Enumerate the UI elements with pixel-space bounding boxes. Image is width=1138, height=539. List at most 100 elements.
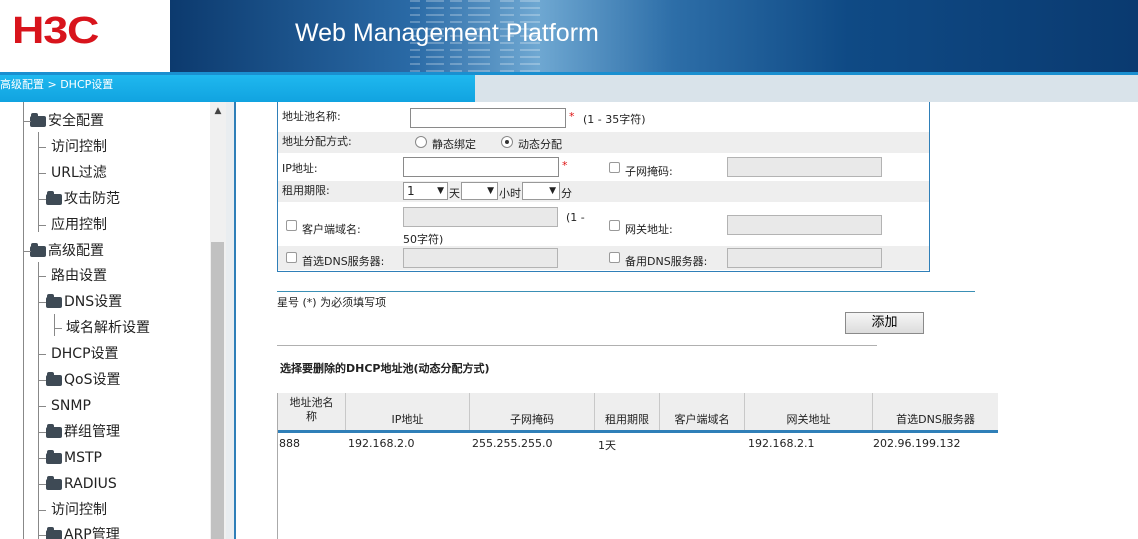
sidebar-item-label: SNMP — [51, 397, 91, 414]
chevron-down-icon: ▼ — [487, 186, 494, 196]
sidebar-item[interactable]: 应用控制 — [0, 214, 208, 236]
client-domain-label: 客户端域名: — [302, 223, 361, 236]
form-row-lease: 租用期限: 1 ▼ 天 ▼ 小时 ▼ 分 — [278, 181, 929, 202]
folder-icon — [46, 190, 62, 205]
tree-connector — [38, 483, 46, 485]
sidebar-item[interactable]: MSTP — [0, 447, 208, 469]
ip-label: IP地址: — [282, 162, 318, 175]
col-ip: IP地址 — [346, 393, 470, 430]
subnet-checkbox[interactable] — [609, 162, 620, 173]
tree-connector — [38, 509, 46, 511]
folder-icon — [46, 449, 62, 464]
alloc-static-label: 静态绑定 — [432, 138, 476, 151]
backup-dns-input[interactable] — [727, 248, 882, 268]
tree-connector — [38, 380, 46, 381]
sidebar-item[interactable]: QoS设置 — [0, 369, 208, 391]
form-row-client-domain: 客户端域名: (1 - 50字符) 网关地址: — [278, 203, 929, 246]
radio-static[interactable] — [415, 136, 427, 148]
tree-line — [54, 314, 55, 336]
sidebar-item[interactable]: DHCP设置 — [0, 343, 208, 365]
sidebar-item[interactable]: 高级配置 — [0, 240, 208, 262]
chevron-down-icon: ▼ — [437, 186, 444, 196]
platform-title: Web Management Platform — [295, 19, 599, 47]
sidebar-item-label: 访问控制 — [51, 138, 107, 155]
form-row-pool-name: 地址池名称: * (1 - 35字符) — [278, 106, 929, 130]
backup-dns-label: 备用DNS服务器: — [625, 255, 708, 268]
sidebar-item-label: DHCP设置 — [51, 346, 119, 363]
alloc-dynamic-label: 动态分配 — [518, 138, 562, 151]
sidebar-item[interactable]: 访问控制 — [0, 136, 208, 158]
sidebar-item[interactable]: DNS设置 — [0, 291, 208, 313]
tree-connector — [38, 405, 46, 407]
frame-gutter — [226, 102, 234, 539]
pool-name-input[interactable] — [410, 108, 566, 128]
gateway-checkbox[interactable] — [609, 220, 620, 231]
sidebar-item[interactable]: URL过滤 — [0, 162, 208, 184]
ip-address-input[interactable] — [403, 157, 559, 177]
folder-icon — [30, 242, 46, 257]
form-row-dns: 首选DNS服务器: 备用DNS服务器: — [278, 246, 929, 270]
sidebar-item-label: 高级配置 — [48, 242, 104, 259]
sidebar-tree: 安全配置访问控制 URL过滤攻击防范应用控制高级配置路由设置 DNS设置域名解析设置… — [0, 102, 226, 539]
client-domain-checkbox[interactable] — [286, 220, 297, 231]
col-lease: 租用期限 — [595, 393, 660, 430]
sidebar-item[interactable]: SNMP — [0, 395, 208, 417]
col-gateway: 网关地址 — [745, 393, 873, 430]
col-pool-name: 地址池名称 — [278, 393, 346, 430]
gateway-input[interactable] — [727, 215, 882, 235]
sidebar-item[interactable]: 攻击防范 — [0, 188, 208, 210]
sidebar-item[interactable]: 群组管理 — [0, 421, 208, 443]
frame-gutter — [236, 102, 262, 539]
table-cell: 192.168.2.1 — [748, 437, 815, 450]
sidebar-item[interactable]: ARP管理 — [0, 524, 208, 539]
tree-connector — [38, 172, 46, 174]
table-cell[interactable]: 888 — [279, 437, 300, 450]
primary-dns-label: 首选DNS服务器: — [302, 255, 385, 268]
tree-connector — [38, 224, 46, 226]
sidebar-item-label: 访问控制 — [51, 501, 107, 518]
sidebar-item[interactable]: 访问控制 — [0, 499, 208, 521]
sidebar-item[interactable]: RADIUS — [0, 473, 208, 495]
breadcrumb: 高级配置 > DHCP设置 — [0, 75, 475, 102]
sidebar-item[interactable]: 路由设置 — [0, 265, 208, 287]
lease-minutes-select[interactable]: ▼ — [522, 182, 560, 200]
backup-dns-checkbox[interactable] — [609, 252, 620, 263]
h3c-logo: H3C — [12, 10, 99, 52]
sidebar-item-label: DNS设置 — [64, 294, 123, 311]
minutes-unit: 分 — [561, 187, 572, 200]
scroll-up-arrow-icon[interactable]: ▲ — [211, 104, 225, 118]
primary-dns-checkbox[interactable] — [286, 252, 297, 263]
sidebar-item-label: MSTP — [64, 449, 102, 466]
required-note: 星号 (*) 为必须填写项 — [277, 296, 387, 309]
tree-connector — [38, 198, 46, 200]
main-content: 地址池名称: * (1 - 35字符) 地址分配方式: 静态绑定 动态分配 IP… — [262, 102, 1138, 539]
tree-connector — [23, 250, 31, 252]
lease-label: 租用期限: — [282, 184, 330, 197]
add-button[interactable]: 添加 — [845, 312, 924, 334]
table-cell: 192.168.2.0 — [348, 437, 415, 450]
header: H3C Web Management Platform — [0, 0, 1138, 72]
client-domain-hint-a: (1 - — [566, 211, 585, 224]
client-domain-input[interactable] — [403, 207, 558, 227]
sidebar-item[interactable]: 安全配置 — [0, 110, 208, 132]
tree-connector — [38, 354, 46, 356]
col-primary-dns: 首选DNS服务器 — [896, 413, 975, 426]
delete-section-title: 选择要删除的DHCP地址池(动态分配方式) — [280, 362, 490, 375]
form-row-ip: IP地址: * 子网掩码: — [278, 155, 929, 181]
subnet-input[interactable] — [727, 157, 882, 177]
col-client-domain: 客户端域名 — [660, 393, 745, 430]
tree-line — [38, 262, 39, 539]
folder-icon — [46, 475, 62, 490]
lease-days-select[interactable]: 1 ▼ — [403, 182, 448, 200]
lease-hours-select[interactable]: ▼ — [461, 182, 498, 200]
sidebar-item-label: 安全配置 — [48, 113, 104, 129]
sidebar-scroll-thumb[interactable] — [211, 242, 224, 539]
sidebar-item[interactable]: 域名解析设置 — [0, 317, 208, 339]
radio-dynamic[interactable] — [501, 136, 513, 148]
folder-icon — [46, 423, 62, 438]
tree-connector — [38, 535, 46, 537]
sidebar-item-label: 群组管理 — [64, 423, 120, 440]
sidebar-item-label: 域名解析设置 — [66, 320, 150, 337]
dhcp-pool-table: 地址池名称 IP地址 子网掩码 租用期限 客户端域名 网关地址 首选DNS服务器… — [277, 393, 998, 539]
primary-dns-input[interactable] — [403, 248, 558, 268]
